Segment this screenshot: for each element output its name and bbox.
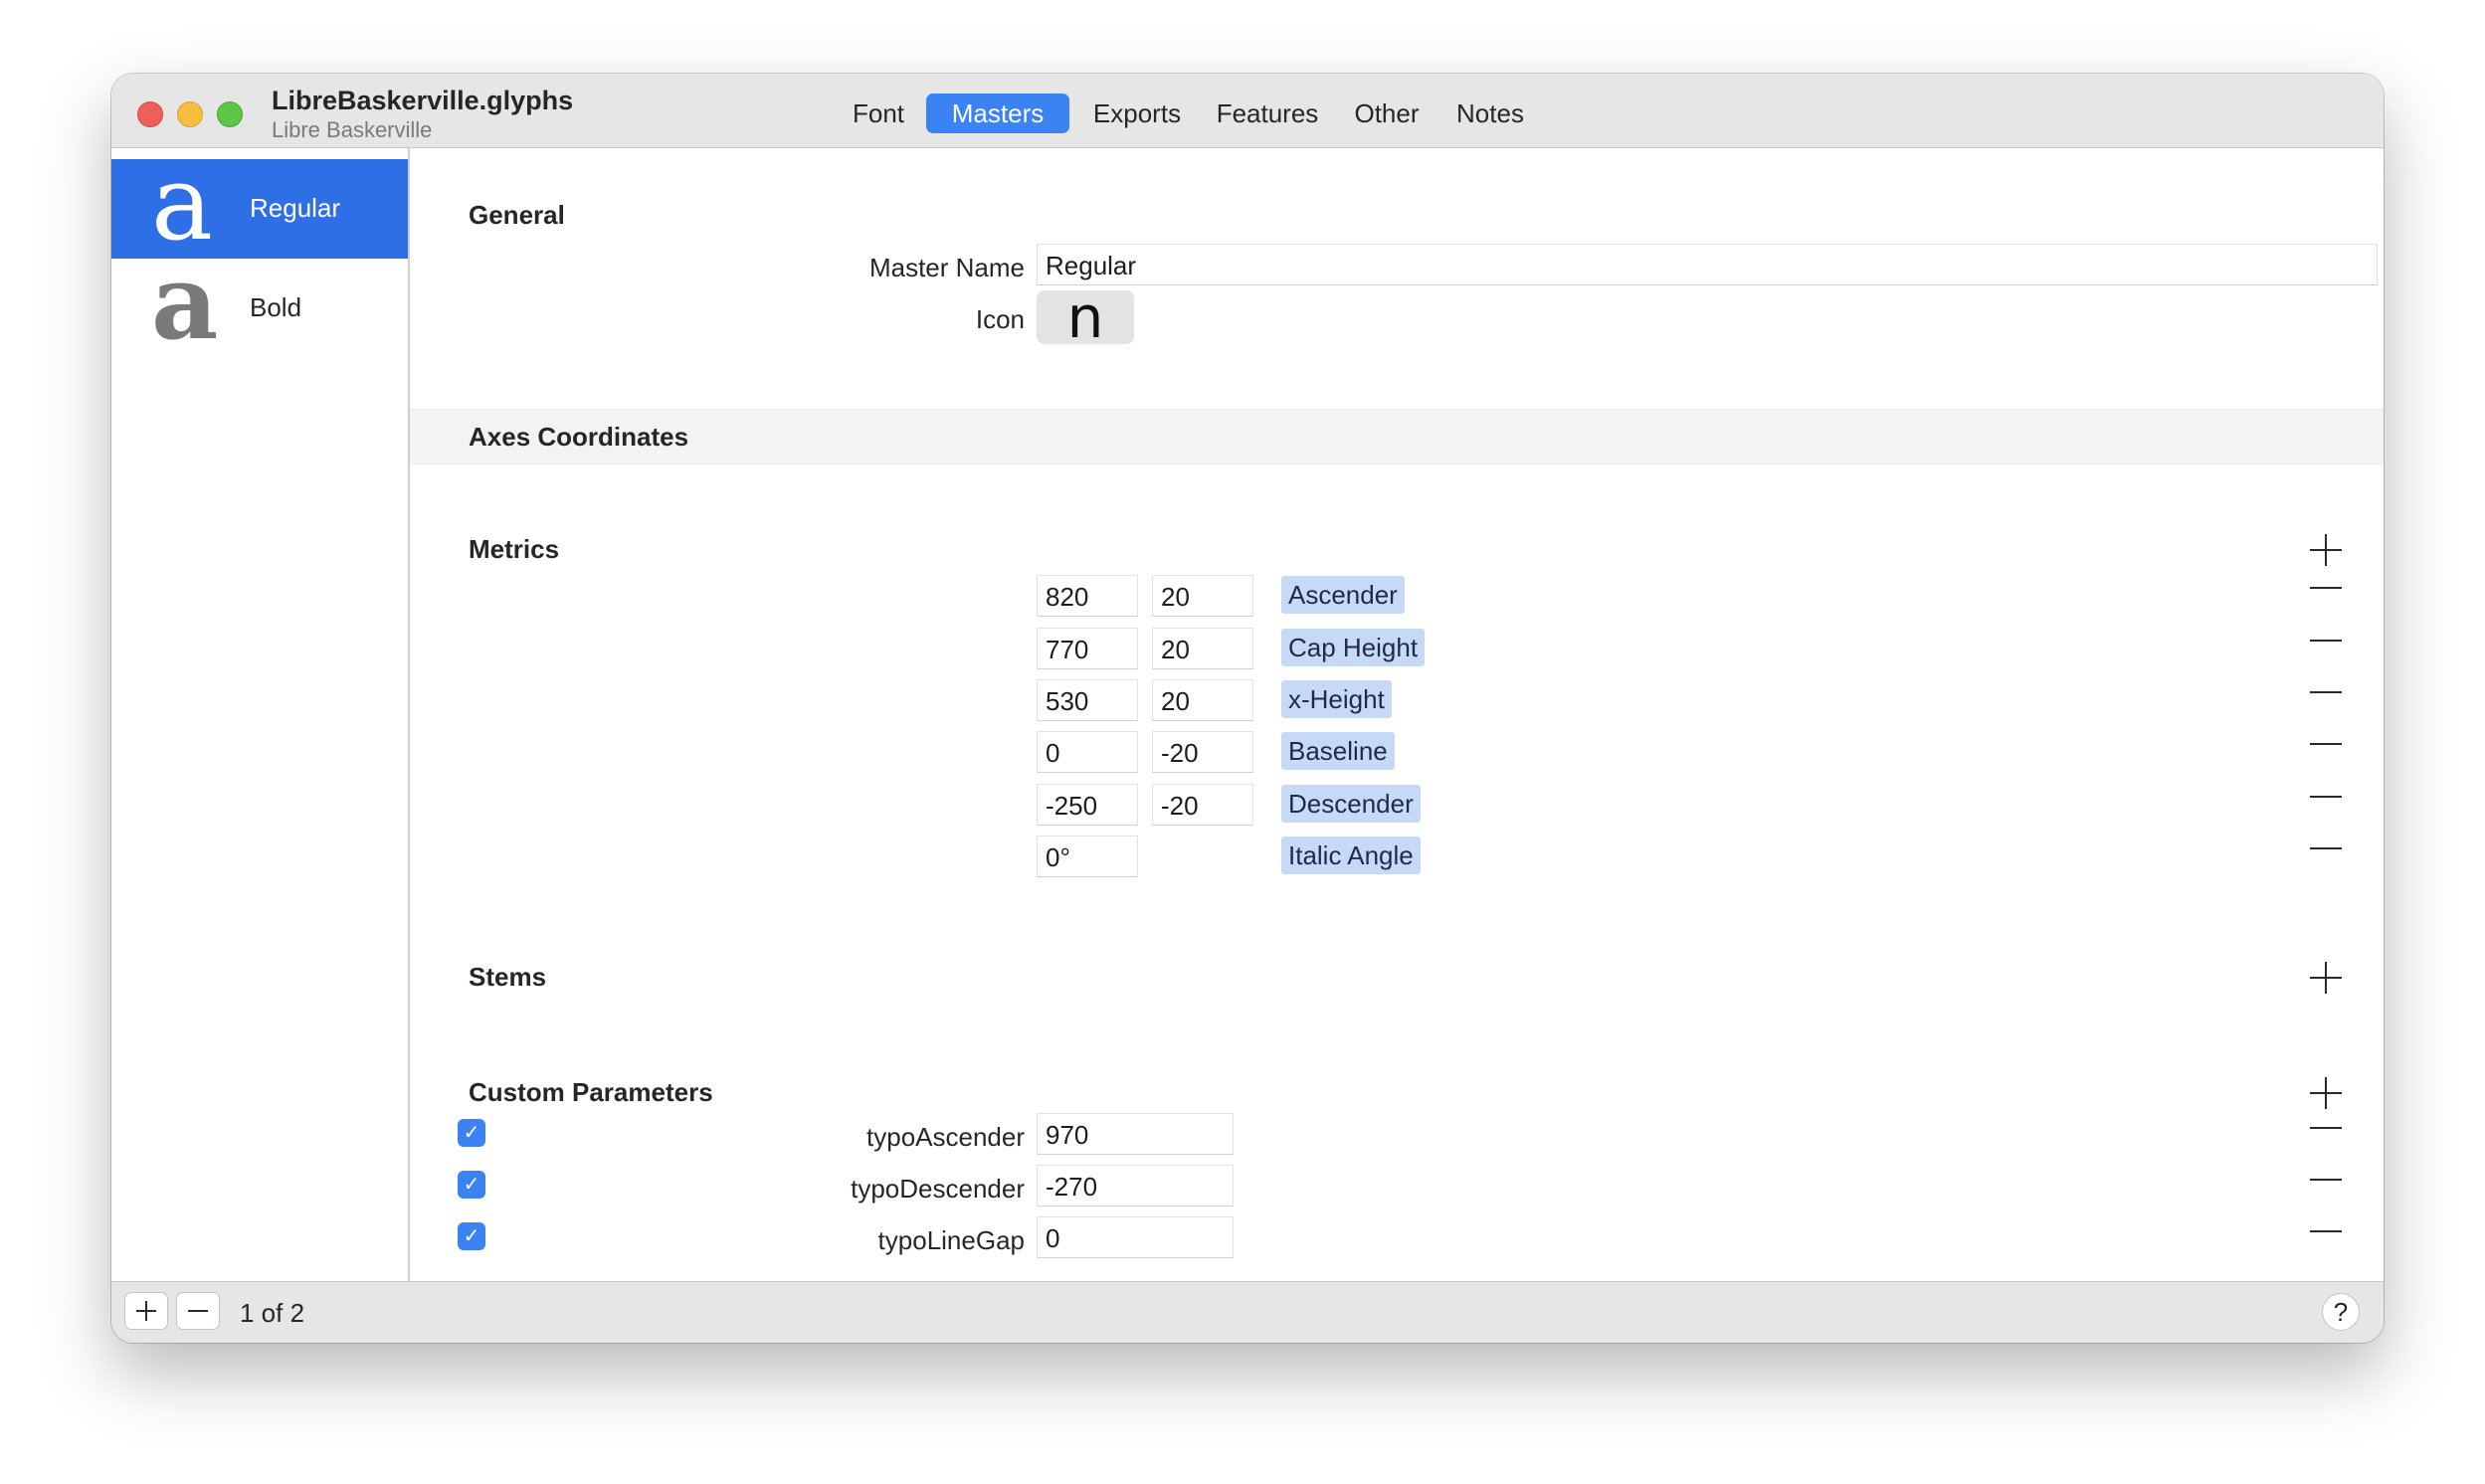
add-stem-button[interactable] <box>2310 962 2342 994</box>
close-window-button[interactable] <box>137 101 163 127</box>
metric-overshoot-field[interactable]: -20 <box>1152 784 1253 826</box>
master-item-bold[interactable]: a Bold <box>111 251 408 358</box>
tab-font[interactable]: Font <box>843 93 914 133</box>
parameter-value-field[interactable]: 0 <box>1037 1216 1234 1258</box>
remove-parameter-button[interactable] <box>2310 1164 2342 1196</box>
minus-icon <box>188 1301 208 1321</box>
parameter-value-field[interactable]: -270 <box>1037 1165 1234 1206</box>
tab-features[interactable]: Features <box>1205 93 1330 133</box>
parameter-enabled-checkbox[interactable]: ✓ <box>458 1119 485 1147</box>
master-icon-picker[interactable]: n <box>1037 288 1134 346</box>
remove-metric-button[interactable] <box>2310 625 2342 656</box>
metric-name-tag[interactable]: Ascender <box>1281 576 1405 614</box>
remove-parameter-button[interactable] <box>2310 1112 2342 1144</box>
metric-overshoot-field[interactable]: 20 <box>1152 679 1253 721</box>
add-custom-parameter-button[interactable] <box>2310 1077 2342 1109</box>
section-general-title: General <box>469 200 565 230</box>
metric-name-tag[interactable]: Italic Angle <box>1281 836 1421 874</box>
metric-name-tag[interactable]: x-Height <box>1281 680 1392 718</box>
section-custom-parameters-title: Custom Parameters <box>469 1077 713 1107</box>
window-title: LibreBaskerville.glyphs <box>272 86 574 115</box>
master-item-label: Bold <box>250 292 302 322</box>
metric-name-tag[interactable]: Baseline <box>1281 732 1395 770</box>
tab-exports[interactable]: Exports <box>1081 93 1193 133</box>
parameter-enabled-checkbox[interactable]: ✓ <box>458 1171 485 1199</box>
tab-masters[interactable]: Masters <box>926 93 1069 133</box>
master-count: 1 of 2 <box>240 1298 305 1328</box>
title-bar: LibreBaskerville.glyphs Libre Baskervill… <box>111 74 2384 148</box>
metric-value-field[interactable]: -250 <box>1037 784 1138 826</box>
remove-metric-button[interactable] <box>2310 572 2342 604</box>
tab-other[interactable]: Other <box>1342 93 1432 133</box>
help-button[interactable]: ? <box>2322 1293 2360 1331</box>
window-subtitle: Libre Baskerville <box>272 117 433 142</box>
section-axes-title: Axes Coordinates <box>469 422 689 452</box>
master-item-label: Regular <box>250 193 341 223</box>
metric-overshoot-field[interactable]: 20 <box>1152 575 1253 617</box>
metric-name-tag[interactable]: Cap Height <box>1281 629 1426 666</box>
parameter-name-label: typoAscender <box>866 1122 1025 1152</box>
metric-value-field[interactable]: 820 <box>1037 575 1138 617</box>
metric-overshoot-field[interactable]: -20 <box>1152 731 1253 773</box>
metric-value-field[interactable]: 0 <box>1037 731 1138 773</box>
parameter-name-label: typoLineGap <box>877 1225 1025 1255</box>
minimize-window-button[interactable] <box>177 101 203 127</box>
remove-metric-button[interactable] <box>2310 833 2342 864</box>
remove-master-button[interactable] <box>176 1292 220 1330</box>
masters-sidebar: a Regular a Bold <box>111 148 410 1281</box>
parameter-value-field[interactable]: 970 <box>1037 1113 1234 1155</box>
master-window: LibreBaskerville.glyphs Libre Baskervill… <box>111 74 2384 1343</box>
section-stems-title: Stems <box>469 962 547 992</box>
icon-label: Icon <box>975 304 1025 334</box>
master-preview-icon: a <box>151 241 219 363</box>
parameter-enabled-checkbox[interactable]: ✓ <box>458 1222 485 1250</box>
add-master-button[interactable] <box>124 1292 168 1330</box>
metric-name-tag[interactable]: Descender <box>1281 785 1421 823</box>
remove-metric-button[interactable] <box>2310 781 2342 813</box>
master-name-label: Master Name <box>868 253 1025 282</box>
zoom-window-button[interactable] <box>217 101 243 127</box>
parameter-name-label: typoDescender <box>851 1174 1025 1204</box>
remove-metric-button[interactable] <box>2310 676 2342 708</box>
remove-metric-button[interactable] <box>2310 728 2342 760</box>
plus-icon <box>136 1301 156 1321</box>
tab-notes[interactable]: Notes <box>1443 93 1537 133</box>
metric-value-field[interactable]: 0° <box>1037 835 1138 877</box>
metric-overshoot-field[interactable]: 20 <box>1152 628 1253 669</box>
metric-value-field[interactable]: 770 <box>1037 628 1138 669</box>
master-name-field[interactable]: Regular <box>1037 244 2378 285</box>
master-preview-icon: a <box>151 142 214 264</box>
remove-parameter-button[interactable] <box>2310 1215 2342 1247</box>
axes-coordinates-band: Axes Coordinates <box>410 409 2384 464</box>
master-settings-panel: General Master Name Regular Icon n Axes … <box>410 148 2384 1281</box>
section-metrics-title: Metrics <box>469 534 560 564</box>
bottom-bar: 1 of 2 ? <box>111 1281 2384 1343</box>
metric-value-field[interactable]: 530 <box>1037 679 1138 721</box>
add-metric-button[interactable] <box>2310 534 2342 566</box>
